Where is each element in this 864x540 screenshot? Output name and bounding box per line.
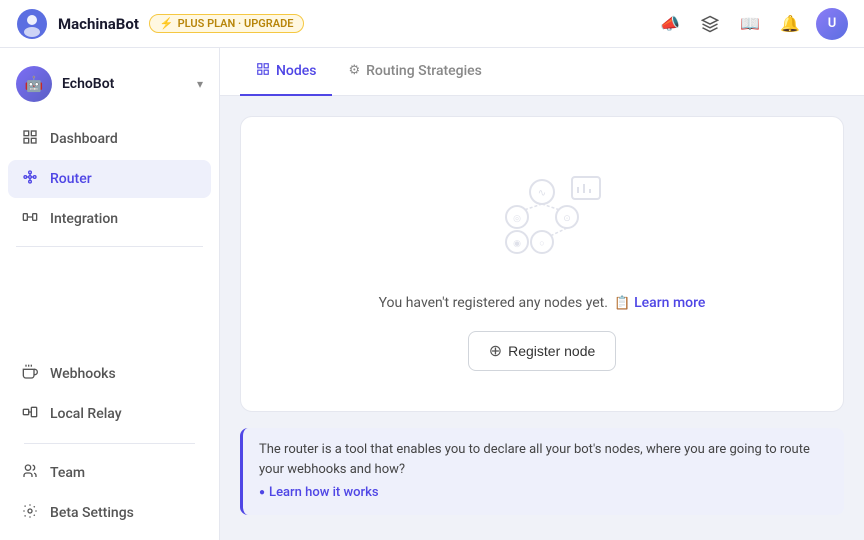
svg-text:⊙: ⊙ — [563, 214, 571, 224]
register-node-button[interactable]: Register node — [468, 331, 617, 371]
sidebar-item-team[interactable]: Team — [8, 454, 211, 492]
nodes-illustration: ∿ ◎ ⊙ ◉ ○ — [472, 157, 612, 271]
sidebar-label-integration: Integration — [50, 211, 118, 227]
sidebar-item-webhooks[interactable]: Webhooks — [8, 355, 211, 393]
sidebar-divider — [16, 246, 203, 247]
sidebar-item-beta-settings[interactable]: Beta Settings — [8, 494, 211, 532]
svg-text:○: ○ — [539, 239, 544, 249]
sidebar-label-team: Team — [50, 465, 85, 481]
sidebar-label-beta-settings: Beta Settings — [50, 505, 134, 521]
router-icon — [20, 169, 40, 189]
chevron-down-icon: ▾ — [197, 77, 203, 91]
book-icon[interactable]: 📖 — [736, 10, 764, 38]
sidebar: 🤖 EchoBot ▾ Dashboard — [0, 48, 220, 540]
logo-icon — [16, 8, 48, 40]
cube-icon[interactable] — [696, 10, 724, 38]
sidebar-item-dashboard[interactable]: Dashboard — [8, 120, 211, 158]
learn-more-link[interactable]: Learn more — [614, 295, 705, 311]
sidebar-label-local-relay: Local Relay — [50, 406, 122, 422]
empty-state-text: You haven't registered any nodes yet. Le… — [379, 295, 706, 311]
sidebar-main-nav: Dashboard Router — [0, 120, 219, 238]
svg-text:◉: ◉ — [513, 239, 521, 249]
svg-text:∿: ∿ — [538, 188, 546, 199]
main-content: ∿ ◎ ⊙ ◉ ○ You haven't registered any nod… — [220, 96, 864, 540]
tab-routing-label: Routing Strategies — [366, 63, 482, 79]
topnav-left: MachinaBot PLUS PLAN · UPGRADE — [16, 8, 304, 40]
dashboard-icon — [20, 129, 40, 149]
nodes-tab-icon — [256, 62, 270, 80]
bell-icon[interactable]: 🔔 — [776, 10, 804, 38]
megaphone-icon[interactable]: 📣 — [656, 10, 684, 38]
topnav: MachinaBot PLUS PLAN · UPGRADE 📣 📖 🔔 U — [0, 0, 864, 48]
sidebar-label-dashboard: Dashboard — [50, 131, 118, 147]
plan-badge[interactable]: PLUS PLAN · UPGRADE — [149, 14, 305, 33]
topnav-right: 📣 📖 🔔 U — [656, 8, 848, 40]
sidebar-bottom-nav: Webhooks Local Relay — [0, 355, 219, 532]
svg-text:◎: ◎ — [513, 214, 521, 224]
content-area: Nodes ⚙ Routing Strategies — [220, 48, 864, 540]
main-layout: 🤖 EchoBot ▾ Dashboard — [0, 48, 864, 540]
avatar[interactable]: U — [816, 8, 848, 40]
tab-nodes[interactable]: Nodes — [240, 48, 332, 96]
info-banner: The router is a tool that enables you to… — [240, 428, 844, 515]
team-icon — [20, 463, 40, 483]
tab-nodes-label: Nodes — [276, 63, 316, 79]
sidebar-item-router[interactable]: Router — [8, 160, 211, 198]
sidebar-item-integration[interactable]: Integration — [8, 200, 211, 238]
sidebar-divider-2 — [24, 443, 195, 444]
empty-state-card: ∿ ◎ ⊙ ◉ ○ You haven't registered any nod… — [240, 116, 844, 412]
sidebar-label-webhooks: Webhooks — [50, 366, 116, 382]
bot-name: EchoBot — [62, 76, 187, 92]
routing-tab-icon: ⚙ — [348, 63, 360, 78]
sidebar-item-local-relay[interactable]: Local Relay — [8, 395, 211, 433]
tab-routing-strategies[interactable]: ⚙ Routing Strategies — [332, 49, 497, 95]
brand-name: MachinaBot — [58, 15, 139, 33]
empty-message: You haven't registered any nodes yet. — [379, 295, 608, 311]
info-banner-text: The router is a tool that enables you to… — [259, 442, 810, 477]
sidebar-label-router: Router — [50, 171, 92, 187]
beta-settings-icon — [20, 503, 40, 523]
integration-icon — [20, 209, 40, 229]
webhooks-icon — [20, 364, 40, 384]
bot-avatar: 🤖 — [16, 66, 52, 102]
relay-icon — [20, 404, 40, 424]
bot-selector[interactable]: 🤖 EchoBot ▾ — [0, 56, 219, 112]
tabs-bar: Nodes ⚙ Routing Strategies — [220, 48, 864, 96]
learn-how-link[interactable]: Learn how it works — [259, 483, 828, 503]
